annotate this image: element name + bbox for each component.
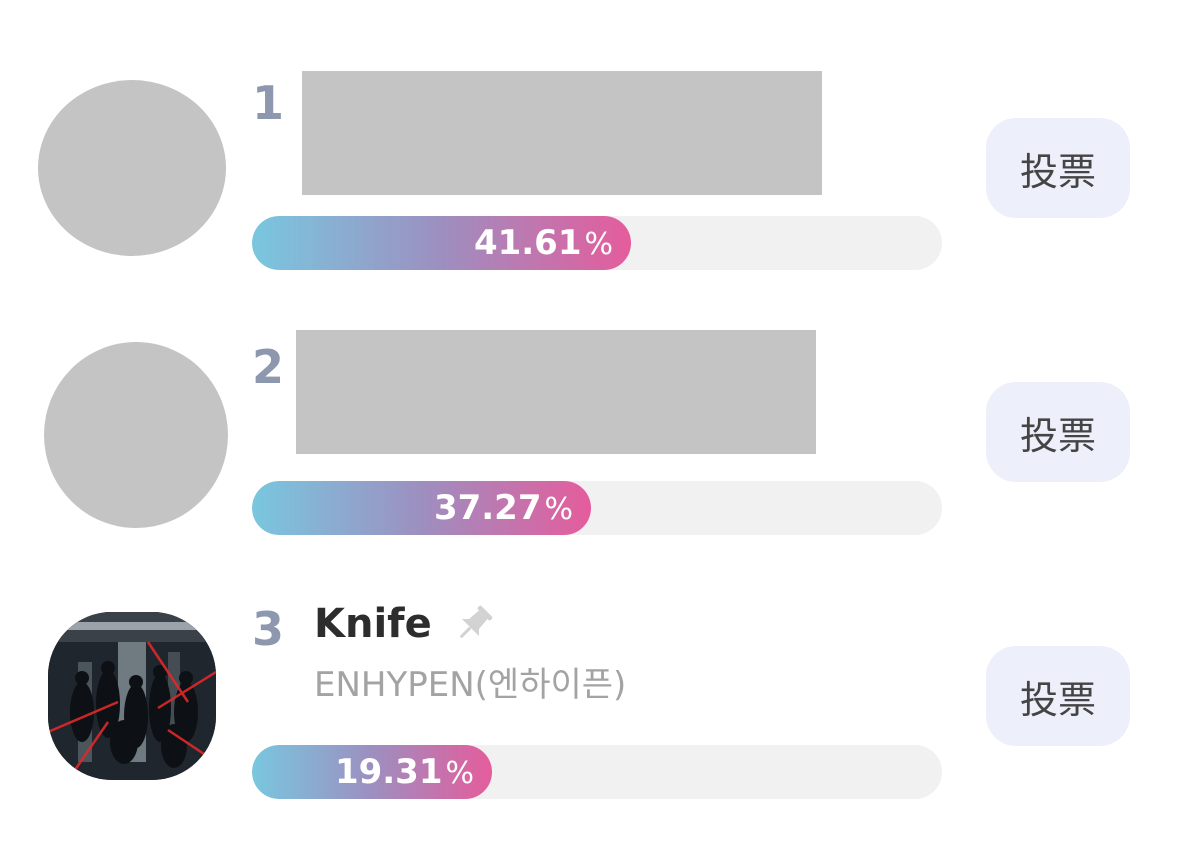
vote-progress-bar: 19.31% bbox=[252, 745, 942, 799]
ranking-row-1: 1 41.61% 投票 bbox=[0, 0, 1178, 270]
rank-number: 1 bbox=[252, 76, 285, 130]
song-title: Knife bbox=[314, 601, 432, 647]
vote-button[interactable]: 投票 bbox=[986, 118, 1130, 218]
vote-progress-bar: 41.61% bbox=[252, 216, 942, 270]
vote-button[interactable]: 投票 bbox=[986, 646, 1130, 746]
rank-number: 3 bbox=[252, 602, 285, 656]
ranking-row-2: 2 37.27% 投票 bbox=[0, 264, 1178, 535]
vote-progress-fill: 37.27% bbox=[252, 481, 591, 535]
pin-icon[interactable] bbox=[450, 600, 498, 648]
album-cover-image bbox=[48, 612, 216, 780]
vote-percentage: 41.61% bbox=[473, 223, 613, 263]
artist-name: ENHYPEN(엔하이픈) bbox=[314, 665, 627, 705]
vote-progress-fill: 19.31% bbox=[252, 745, 492, 799]
candidate-avatar bbox=[38, 80, 226, 256]
ranking-row-3: 3 Knife ENHYPEN(엔하이픈) 19.31% 投票 bbox=[0, 560, 1178, 820]
vote-percentage: 19.31% bbox=[334, 752, 474, 792]
vote-button[interactable]: 投票 bbox=[986, 382, 1130, 482]
candidate-avatar bbox=[44, 342, 228, 528]
vote-progress-bar: 37.27% bbox=[252, 481, 942, 535]
redacted-title-block bbox=[302, 71, 822, 195]
rank-number: 2 bbox=[252, 340, 285, 394]
redacted-title-block bbox=[296, 330, 816, 454]
album-cover-art bbox=[48, 612, 216, 780]
vote-progress-fill: 41.61% bbox=[252, 216, 631, 270]
vote-percentage: 37.27% bbox=[433, 488, 573, 528]
